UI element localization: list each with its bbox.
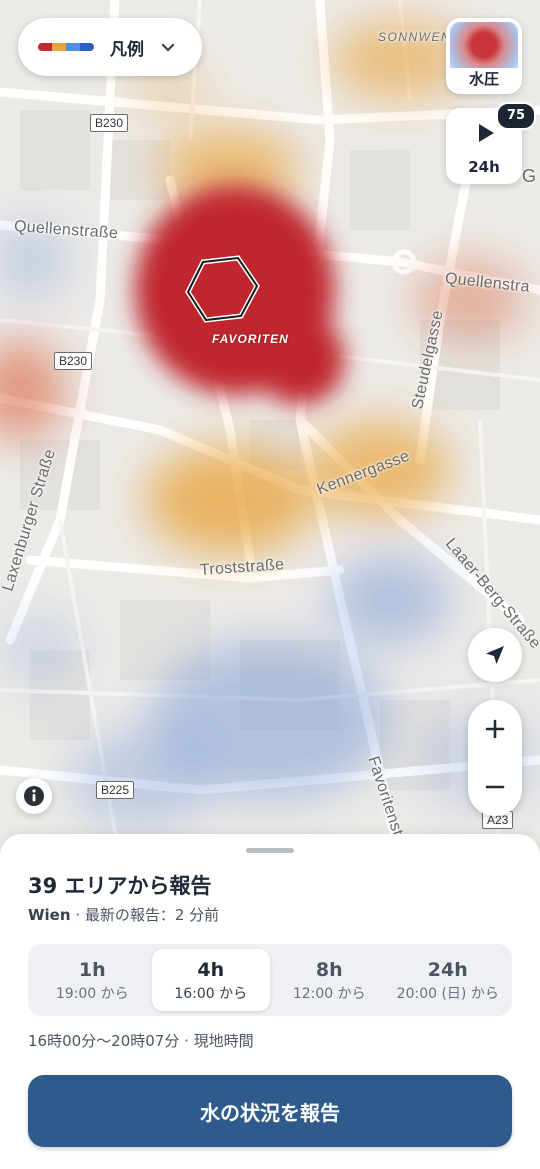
- district-label: FAVORITEN: [212, 332, 289, 346]
- sheet-drag-handle[interactable]: [246, 848, 294, 853]
- minus-icon: [485, 785, 505, 789]
- layer-thumbnail: [450, 22, 518, 68]
- time-option-24h[interactable]: 24h 20:00 (日) から: [389, 949, 508, 1011]
- time-option-start: 16:00 から: [174, 986, 248, 1002]
- report-count-badge: 75: [496, 102, 536, 130]
- play-icon: [479, 124, 494, 142]
- time-option-label: 24h: [427, 959, 468, 981]
- street-label-sonnwend: SONNWEN: [378, 30, 452, 44]
- city-name: Wien: [28, 906, 71, 924]
- time-range-selector: 1h 19:00 から 4h 16:00 から 8h 12:00 から 24h 20:00 (…: [28, 944, 512, 1016]
- time-option-label: 4h: [197, 959, 225, 981]
- time-option-4h[interactable]: 4h 16:00 から: [151, 949, 270, 1011]
- report-water-status-button[interactable]: 水の状況を報告: [28, 1075, 512, 1147]
- time-range-note: 16時00分～20時07分 · 現地時間: [28, 1032, 254, 1050]
- legend-button[interactable]: 凡例: [18, 18, 202, 76]
- route-shield-b230: B230: [54, 352, 93, 370]
- time-option-start: 12:00 から: [292, 986, 366, 1002]
- street-label-partial: G: [522, 166, 537, 186]
- time-option-label: 1h: [78, 959, 106, 981]
- time-option-start: 19:00 から: [55, 986, 129, 1002]
- time-option-8h[interactable]: 8h 12:00 から: [270, 949, 389, 1011]
- legend-color-swatch: [38, 43, 94, 51]
- navigation-arrow-icon: [486, 646, 504, 664]
- reports-title: 39 エリアから報告: [28, 874, 212, 898]
- chevron-down-icon: [161, 43, 175, 52]
- map-info-button[interactable]: [16, 778, 52, 814]
- route-shield-b225: B225: [96, 781, 135, 799]
- time-option-1h[interactable]: 1h 19:00 から: [33, 949, 152, 1011]
- time-option-start: 20:00 (日) から: [396, 986, 499, 1002]
- my-location-button[interactable]: [468, 628, 522, 682]
- layer-label: 水圧: [468, 70, 499, 88]
- reports-bottom-sheet: 39 エリアから報告 Wien · 最新の報告：2 分前 1h 19:00 から 4…: [0, 834, 540, 1169]
- zoom-in-button[interactable]: [468, 700, 522, 758]
- layer-select-button[interactable]: 水圧: [446, 18, 522, 94]
- reports-subtitle: Wien · 最新の報告：2 分前: [28, 904, 219, 925]
- playback-duration-label: 24h: [468, 158, 500, 176]
- zoom-out-button[interactable]: [468, 758, 522, 816]
- route-shield-b230: B230: [90, 114, 129, 132]
- info-icon: [24, 786, 44, 806]
- legend-label: 凡例: [110, 39, 144, 60]
- time-option-label: 8h: [315, 959, 343, 981]
- zoom-controls: [468, 700, 522, 816]
- latest-report-time: · 最新の報告：2 分前: [70, 906, 220, 924]
- plus-icon: [485, 719, 505, 739]
